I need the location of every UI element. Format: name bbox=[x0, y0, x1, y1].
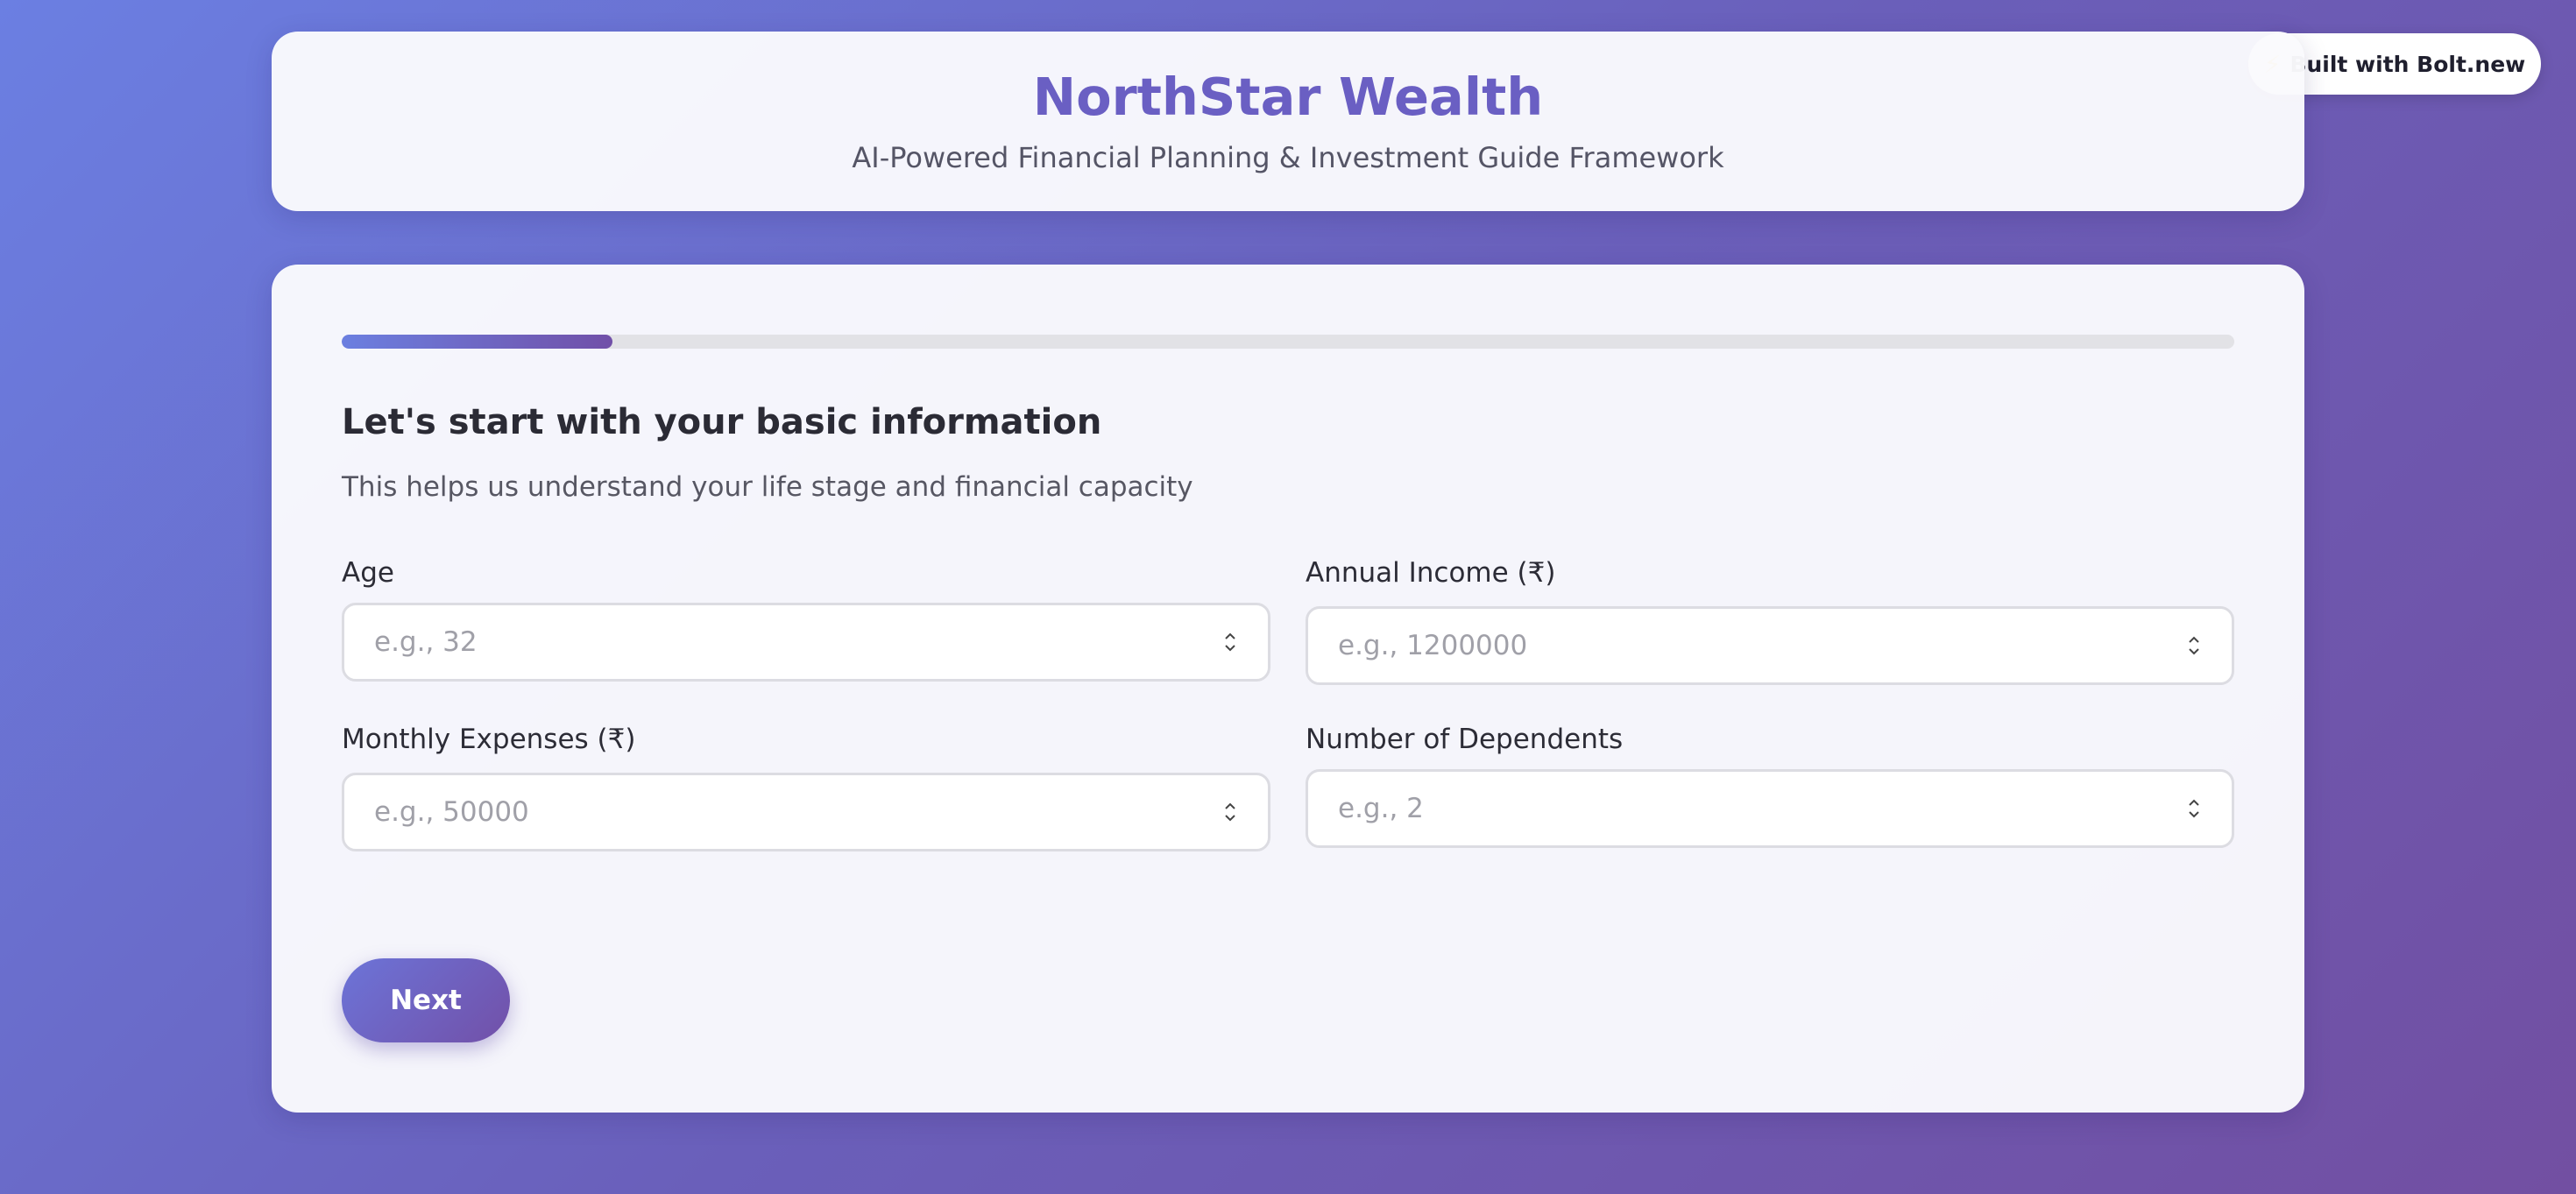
app-subtitle: AI-Powered Financial Planning & Investme… bbox=[852, 141, 1724, 174]
form-card: Let's start with your basic information … bbox=[272, 265, 2304, 1113]
monthly-expenses-input[interactable]: e.g., 50000 bbox=[342, 773, 1270, 851]
app-title: NorthStar Wealth bbox=[1032, 67, 1544, 127]
annual-income-label: Annual Income (₹) bbox=[1306, 557, 1556, 589]
age-placeholder: e.g., 32 bbox=[374, 626, 478, 658]
monthly-expenses-stepper-icon[interactable] bbox=[1221, 797, 1240, 827]
section-subtitle: This helps us understand your life stage… bbox=[342, 471, 1193, 503]
monthly-expenses-placeholder: e.g., 50000 bbox=[374, 796, 529, 828]
annual-income-input[interactable]: e.g., 1200000 bbox=[1306, 606, 2234, 685]
dependents-placeholder: e.g., 2 bbox=[1338, 793, 1424, 824]
badge-label: Built with Bolt.new bbox=[2289, 51, 2526, 77]
header-card: NorthStar Wealth AI-Powered Financial Pl… bbox=[272, 32, 2304, 211]
age-label: Age bbox=[342, 557, 394, 589]
annual-income-placeholder: e.g., 1200000 bbox=[1338, 630, 1528, 661]
dependents-input[interactable]: e.g., 2 bbox=[1306, 769, 2234, 848]
age-input[interactable]: e.g., 32 bbox=[342, 603, 1270, 682]
dependents-label: Number of Dependents bbox=[1306, 724, 1624, 755]
monthly-expenses-label: Monthly Expenses (₹) bbox=[342, 724, 636, 755]
age-stepper-icon[interactable] bbox=[1221, 627, 1240, 657]
section-title: Let's start with your basic information bbox=[342, 402, 1102, 442]
progress-bar-fill bbox=[342, 335, 612, 349]
dependents-stepper-icon[interactable] bbox=[2184, 794, 2204, 823]
progress-bar bbox=[342, 335, 2234, 349]
next-button[interactable]: Next bbox=[342, 958, 510, 1042]
annual-income-stepper-icon[interactable] bbox=[2184, 631, 2204, 661]
